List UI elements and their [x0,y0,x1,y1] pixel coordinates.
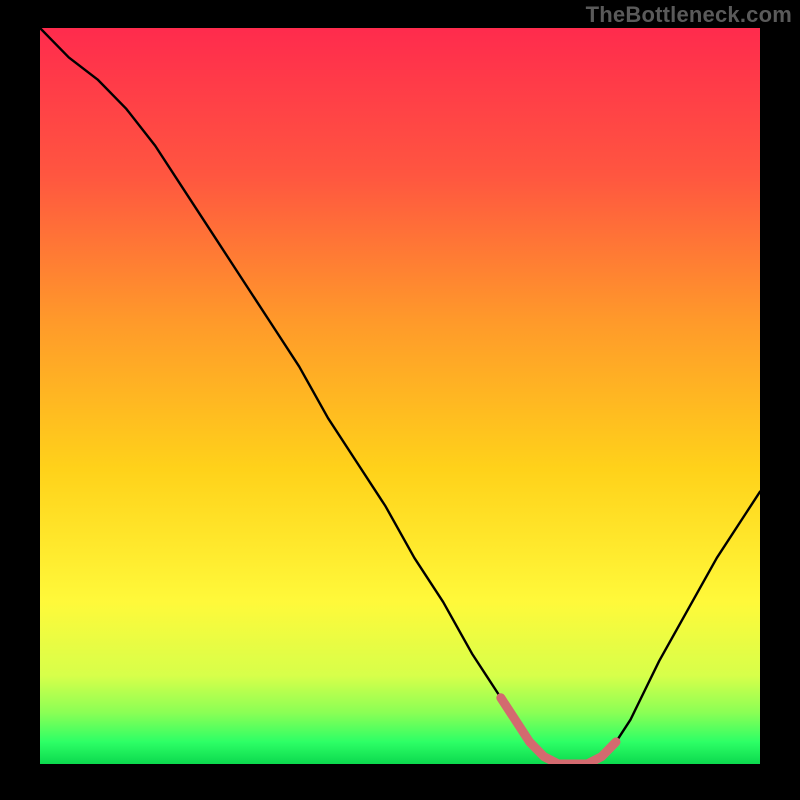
plot-svg [40,28,760,764]
watermark-text: TheBottleneck.com [586,2,792,28]
chart-frame: TheBottleneck.com [0,0,800,800]
bottleneck-plot [40,28,760,764]
